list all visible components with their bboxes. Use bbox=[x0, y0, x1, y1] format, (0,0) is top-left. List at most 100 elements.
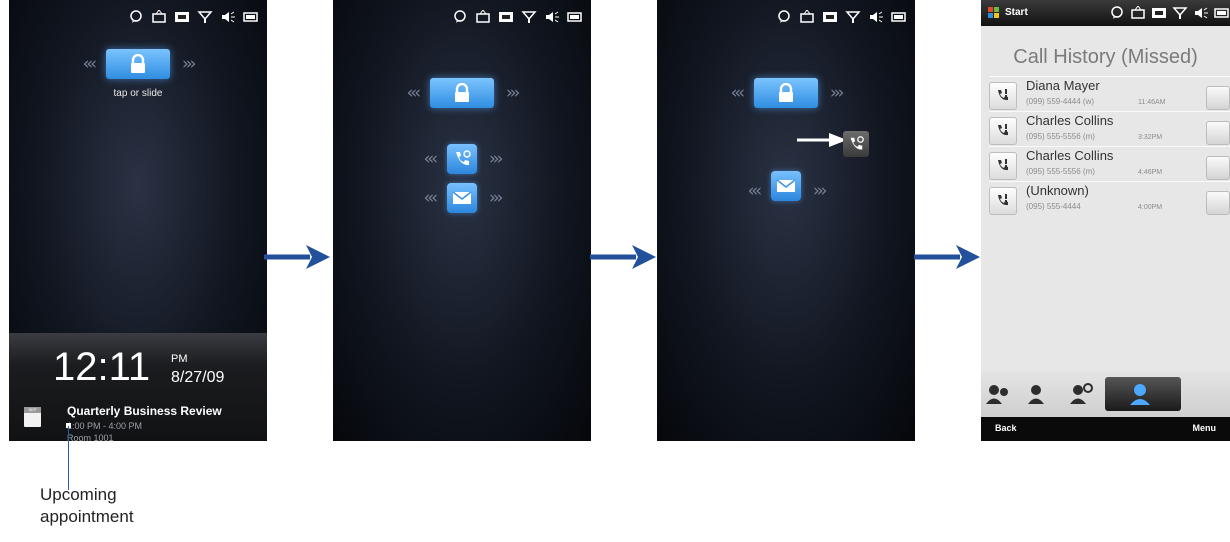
caller-number: (095) 555-4444 bbox=[1026, 202, 1081, 211]
back-softkey[interactable]: Back bbox=[995, 423, 1017, 433]
call-row[interactable]: (Unknown) (095) 555-4444 4:00PM bbox=[989, 181, 1230, 222]
chevron-right-icon: ››› bbox=[506, 83, 521, 103]
page-title: Call History (Missed) bbox=[1013, 46, 1198, 68]
messages-icon bbox=[152, 10, 166, 23]
padlock-icon bbox=[779, 83, 793, 102]
unlock-slider[interactable]: ‹‹‹ ››› bbox=[657, 78, 915, 108]
appointment-time: 1:00 PM - 4:00 PM bbox=[67, 421, 143, 431]
message-slider[interactable]: ‹‹‹ ››› bbox=[657, 121, 915, 201]
signal-icon bbox=[845, 11, 861, 23]
data-icon bbox=[499, 12, 513, 22]
battery-icon bbox=[1214, 8, 1229, 18]
volume-icon bbox=[870, 11, 883, 23]
message-handle[interactable] bbox=[771, 171, 801, 201]
tab-all-calls-icon[interactable] bbox=[985, 383, 1011, 405]
missed-call-icon bbox=[989, 82, 1017, 110]
lock-info-panel: 12:11 PM 8/27/09 SEP Quarterly Business … bbox=[9, 333, 267, 441]
chevron-right-icon: ››› bbox=[489, 188, 504, 208]
chevron-right-icon: ››› bbox=[182, 54, 197, 74]
tab-received-icon[interactable] bbox=[1025, 383, 1051, 405]
battery-icon bbox=[567, 12, 582, 22]
data-icon bbox=[1152, 8, 1166, 18]
volume-icon bbox=[222, 11, 235, 23]
callout-line bbox=[68, 426, 69, 490]
missed-call-icon bbox=[456, 150, 471, 166]
signal-icon bbox=[1172, 7, 1188, 19]
signal-icon bbox=[197, 11, 213, 23]
call-time: 4:46PM bbox=[1138, 169, 1163, 176]
messages-icon bbox=[476, 10, 490, 23]
chevron-right-icon: ››› bbox=[830, 83, 845, 103]
signal-icon bbox=[521, 11, 537, 23]
caller-name: Charles Collins bbox=[1026, 113, 1114, 128]
date: 8/27/09 bbox=[171, 369, 225, 386]
send-message-icon[interactable] bbox=[1206, 121, 1230, 145]
send-message-icon[interactable] bbox=[1206, 191, 1230, 215]
start-button[interactable]: Start bbox=[1005, 7, 1028, 18]
call-time: 4:00PM bbox=[1138, 204, 1163, 211]
missed-call-icon bbox=[989, 187, 1017, 215]
lock-screen-notifications: ‹‹‹ ››› ‹‹‹ ››› ‹‹‹ ››› bbox=[333, 0, 591, 441]
messages-icon bbox=[800, 10, 814, 23]
data-icon bbox=[823, 12, 837, 22]
lock-screen-default: ‹‹‹ ››› tap or slide 12:11 PM 8/27/09 SE… bbox=[9, 0, 267, 441]
call-time: 3:32PM bbox=[1138, 134, 1163, 141]
clock: 12:11 bbox=[53, 345, 151, 389]
appointment-location: Room 1001 bbox=[67, 433, 114, 441]
lock-hint: tap or slide bbox=[113, 88, 163, 99]
notification-icon bbox=[778, 10, 790, 23]
tab-missed-selected[interactable] bbox=[1105, 377, 1181, 411]
call-time: 11:46AM bbox=[1138, 99, 1166, 106]
lock-handle[interactable] bbox=[106, 49, 170, 79]
caller-number: (099) 559-4444 (w) bbox=[1026, 97, 1095, 106]
calendar-icon: SEP bbox=[24, 407, 41, 427]
appointment-callout: Upcoming appointment bbox=[40, 484, 134, 528]
call-history-screen: Start Call History (Missed) Diana Mayer … bbox=[981, 0, 1230, 441]
tab-bar bbox=[981, 371, 1230, 417]
caller-name: (Unknown) bbox=[1026, 183, 1089, 198]
unlock-slider[interactable]: ‹‹‹ ››› bbox=[333, 78, 591, 108]
send-message-icon[interactable] bbox=[1206, 86, 1230, 110]
lock-handle[interactable] bbox=[754, 78, 818, 108]
battery-icon bbox=[243, 12, 258, 22]
data-icon bbox=[175, 12, 189, 22]
chevron-left-icon: ‹‹‹ bbox=[423, 188, 439, 208]
messages-icon bbox=[1131, 6, 1145, 19]
appointment-title[interactable]: Quarterly Business Review bbox=[67, 404, 222, 418]
chevron-left-icon: ‹‹‹ bbox=[747, 181, 763, 201]
callout-line1: Upcoming bbox=[40, 485, 117, 504]
softkey-bar: Back Menu bbox=[981, 417, 1230, 441]
status-bar bbox=[128, 10, 259, 24]
battery-icon bbox=[891, 12, 906, 22]
message-handle[interactable] bbox=[447, 183, 477, 213]
caller-number: (095) 555-5556 (m) bbox=[1026, 132, 1095, 141]
chevron-left-icon: ‹‹‹ bbox=[82, 54, 98, 74]
padlock-icon bbox=[131, 54, 145, 73]
missed-call-icon bbox=[989, 152, 1017, 180]
caller-name: Charles Collins bbox=[1026, 148, 1114, 163]
message-slider[interactable]: ‹‹‹ ››› bbox=[333, 183, 591, 213]
chevron-right-icon: ››› bbox=[813, 181, 828, 201]
am-pm: PM bbox=[171, 353, 188, 365]
lock-handle[interactable] bbox=[430, 78, 494, 108]
tab-outgoing-icon[interactable] bbox=[1067, 383, 1093, 405]
missed-call-handle[interactable] bbox=[447, 144, 477, 174]
flow-arrow-1 bbox=[264, 245, 330, 269]
chevron-right-icon: ››› bbox=[489, 149, 504, 169]
send-message-icon[interactable] bbox=[1206, 156, 1230, 180]
flow-arrow-3 bbox=[914, 245, 980, 269]
callout-line2: appointment bbox=[40, 507, 134, 526]
notification-icon bbox=[1111, 6, 1123, 19]
caller-number: (095) 555-5556 (m) bbox=[1026, 167, 1095, 176]
missed-call-icon bbox=[989, 117, 1017, 145]
status-bar bbox=[776, 10, 907, 24]
menu-softkey[interactable]: Menu bbox=[1193, 423, 1217, 433]
missed-call-slider[interactable]: ‹‹‹ ››› bbox=[333, 144, 591, 174]
status-bar bbox=[1109, 6, 1230, 20]
chevron-left-icon: ‹‹‹ bbox=[406, 83, 422, 103]
unlock-slider[interactable]: ‹‹‹ ››› bbox=[9, 49, 267, 79]
title-bar: Start bbox=[981, 0, 1230, 26]
calendar-icon-label: SEP bbox=[24, 407, 41, 413]
chevron-left-icon: ‹‹‹ bbox=[423, 149, 439, 169]
lock-screen-slide-action: ‹‹‹ ››› ‹‹‹ ››› bbox=[657, 0, 915, 441]
